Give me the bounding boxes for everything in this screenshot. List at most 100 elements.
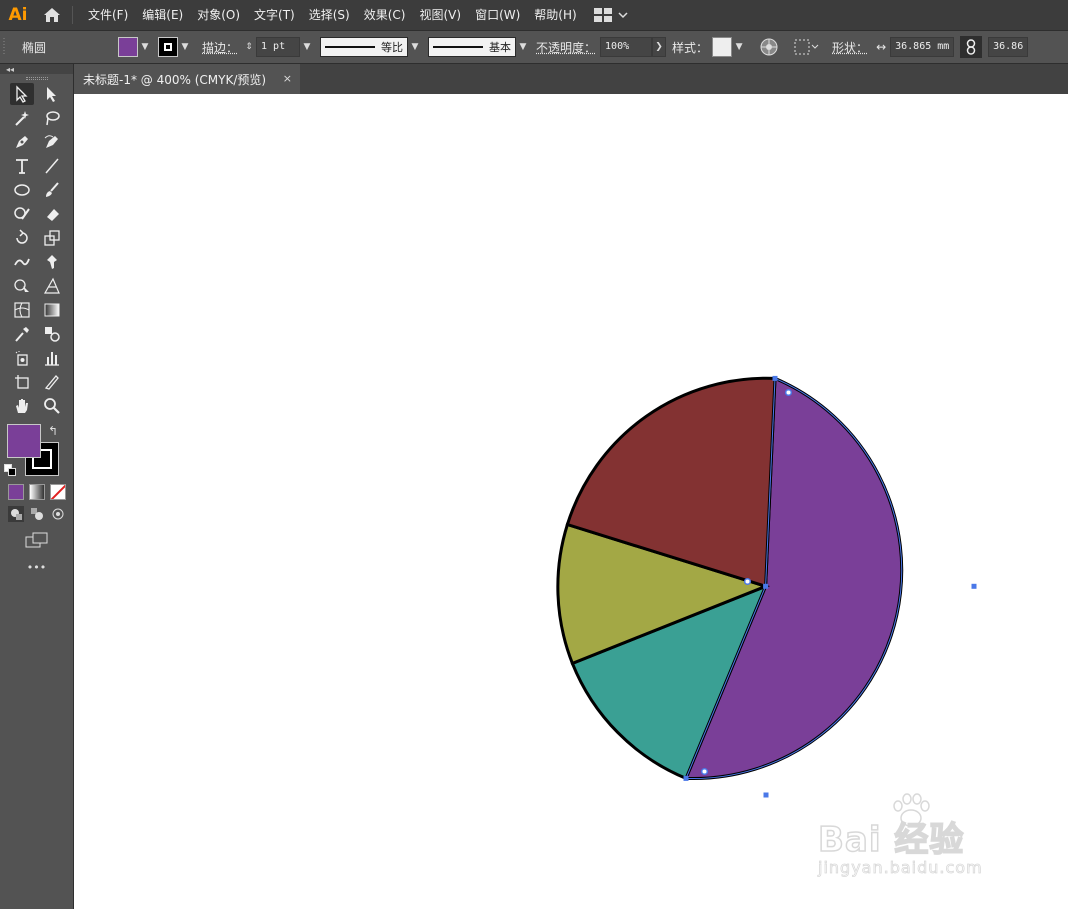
chevron-right-icon[interactable]: ❯ xyxy=(652,37,667,57)
profile-label: 等比 xyxy=(381,41,404,54)
document-tab[interactable]: 未标题-1* @ 400% (CMYK/预览) × xyxy=(74,64,300,94)
gradient-tool-icon[interactable] xyxy=(40,299,64,321)
watermark: Bai 经验 jingyan.baidu.com xyxy=(817,792,1068,892)
magic-wand-icon[interactable] xyxy=(10,107,34,129)
fill-control[interactable]: ▼ xyxy=(118,35,152,59)
menu-separator xyxy=(72,6,73,24)
eraser-tool-icon[interactable] xyxy=(40,203,64,225)
menu-file[interactable]: 文件(F) xyxy=(81,0,135,30)
edit-toolbar-icon[interactable]: ••• xyxy=(27,561,46,574)
draw-inside-icon[interactable] xyxy=(50,506,66,522)
watermark-url: jingyan.baidu.com xyxy=(818,858,983,878)
hand-tool-icon[interactable] xyxy=(10,395,34,417)
menu-bar: Ai 文件(F) 编辑(E) 对象(O) 文字(T) 选择(S) 效果(C) 视… xyxy=(0,0,1068,30)
artboard-canvas[interactable]: Bai 经验 jingyan.baidu.com xyxy=(74,94,1068,909)
fill-color-swatch[interactable] xyxy=(7,424,41,458)
chevron-down-icon[interactable]: ▼ xyxy=(732,37,746,57)
curvature-tool-icon[interactable] xyxy=(40,131,64,153)
symbol-sprayer-icon[interactable] xyxy=(10,347,34,369)
eyedropper-icon[interactable] xyxy=(10,323,34,345)
rotate-tool-icon[interactable] xyxy=(10,227,34,249)
mesh-tool-icon[interactable] xyxy=(10,299,34,321)
column-graph-icon[interactable] xyxy=(40,347,64,369)
puppet-warp-icon[interactable] xyxy=(40,251,64,273)
fill-stroke-swatches: ↰ xyxy=(0,424,73,478)
stroke-label[interactable]: 描边： xyxy=(202,39,238,56)
blend-tool-icon[interactable] xyxy=(40,323,64,345)
pie-chart[interactable] xyxy=(556,376,904,781)
line-tool-icon[interactable] xyxy=(40,155,64,177)
none-mode-icon[interactable] xyxy=(49,484,66,500)
control-bar: 椭圆 ▼ ▼ 描边： ⇕ 1 pt ▼ 等比 ▼ 基本 ▼ 不透明度： 100%… xyxy=(0,30,1068,64)
menu-edit[interactable]: 编辑(E) xyxy=(135,0,190,30)
shape-properties[interactable]: 形状： ↔ 36.865 mm xyxy=(832,35,955,59)
recolor-icon[interactable] xyxy=(758,36,780,58)
shape-builder-icon[interactable] xyxy=(10,275,34,297)
document-tab-title: 未标题-1* @ 400% (CMYK/预览) xyxy=(83,72,267,87)
menu-effect[interactable]: 效果(C) xyxy=(357,0,413,30)
shaper-tool-icon[interactable] xyxy=(10,203,34,225)
menu-object[interactable]: 对象(O) xyxy=(190,0,247,30)
zoom-tool-icon[interactable] xyxy=(40,395,64,417)
stroke-control[interactable]: ▼ xyxy=(158,35,192,59)
style-label: 样式： xyxy=(672,40,709,55)
menu-window[interactable]: 窗口(W) xyxy=(468,0,527,30)
opacity-input[interactable]: 100% xyxy=(600,37,653,57)
style-control[interactable]: 样式： ▼ xyxy=(672,35,746,59)
draw-behind-icon[interactable] xyxy=(29,506,45,522)
menu-type[interactable]: 文字(T) xyxy=(247,0,302,30)
selection-tool-icon[interactable] xyxy=(9,83,34,105)
chevron-down-icon[interactable]: ▼ xyxy=(408,37,422,57)
brush-label: 基本 xyxy=(489,41,512,54)
chevron-down-icon[interactable]: ▼ xyxy=(138,37,152,57)
slice-tool-icon[interactable] xyxy=(40,371,64,393)
tools-panel: ◂◂ ↰ ••• xyxy=(0,64,74,909)
close-icon[interactable]: × xyxy=(283,72,292,85)
shape-label[interactable]: 形状： xyxy=(832,39,868,56)
color-mode-icon[interactable] xyxy=(7,484,24,500)
chevron-down-icon[interactable]: ▼ xyxy=(300,37,314,57)
direct-selection-tool-icon[interactable] xyxy=(40,83,64,105)
app-logo: Ai xyxy=(8,5,28,25)
brush-definition[interactable]: 基本 ▼ xyxy=(428,35,530,59)
align-icon[interactable] xyxy=(792,36,822,58)
menu-view[interactable]: 视图(V) xyxy=(412,0,468,30)
collapse-icon[interactable]: ◂◂ xyxy=(0,64,73,74)
swap-fill-stroke-icon[interactable]: ↰ xyxy=(48,424,58,438)
stroke-swatch[interactable] xyxy=(158,37,178,57)
paintbrush-tool-icon[interactable] xyxy=(40,179,64,201)
workspace-switcher[interactable] xyxy=(593,8,628,22)
gradient-mode-icon[interactable] xyxy=(28,484,45,500)
default-colors-icon[interactable] xyxy=(4,464,16,476)
opacity-label[interactable]: 不透明度： xyxy=(536,39,596,56)
pen-tool-icon[interactable] xyxy=(10,131,34,153)
width-icon: ↔ xyxy=(876,40,887,54)
menu-help[interactable]: 帮助(H) xyxy=(527,0,583,30)
pie-artwork[interactable] xyxy=(74,94,1068,909)
link-icon[interactable] xyxy=(960,36,983,58)
warp-tool-icon[interactable] xyxy=(10,251,34,273)
variable-width-profile[interactable]: 等比 ▼ xyxy=(320,35,422,59)
menu-select[interactable]: 选择(S) xyxy=(302,0,357,30)
artboard-tool-icon[interactable] xyxy=(10,371,34,393)
fill-swatch[interactable] xyxy=(118,37,138,57)
workspace-icon xyxy=(593,8,612,22)
type-tool-icon[interactable] xyxy=(10,155,34,177)
screen-mode-icon[interactable] xyxy=(25,532,49,551)
scale-tool-icon[interactable] xyxy=(40,227,64,249)
home-icon[interactable] xyxy=(36,0,68,30)
lasso-icon[interactable] xyxy=(40,107,64,129)
stepper-icon[interactable]: ⇕ xyxy=(242,37,256,57)
style-swatch[interactable] xyxy=(712,37,733,57)
opacity-control[interactable]: 不透明度： 100% ❯ xyxy=(536,35,667,59)
stroke-weight-control[interactable]: 描边： ⇕ 1 pt ▼ xyxy=(202,35,314,59)
perspective-grid-icon[interactable] xyxy=(40,275,64,297)
width-input[interactable]: 36.865 mm xyxy=(890,37,955,57)
panel-grip[interactable] xyxy=(0,74,73,82)
chevron-down-icon[interactable]: ▼ xyxy=(178,37,192,57)
stroke-weight-input[interactable]: 1 pt xyxy=(256,37,301,57)
ellipse-tool-icon[interactable] xyxy=(10,179,34,201)
chevron-down-icon[interactable]: ▼ xyxy=(516,37,530,57)
draw-normal-icon[interactable] xyxy=(7,506,24,522)
height-input[interactable]: 36.86 xyxy=(988,37,1029,57)
